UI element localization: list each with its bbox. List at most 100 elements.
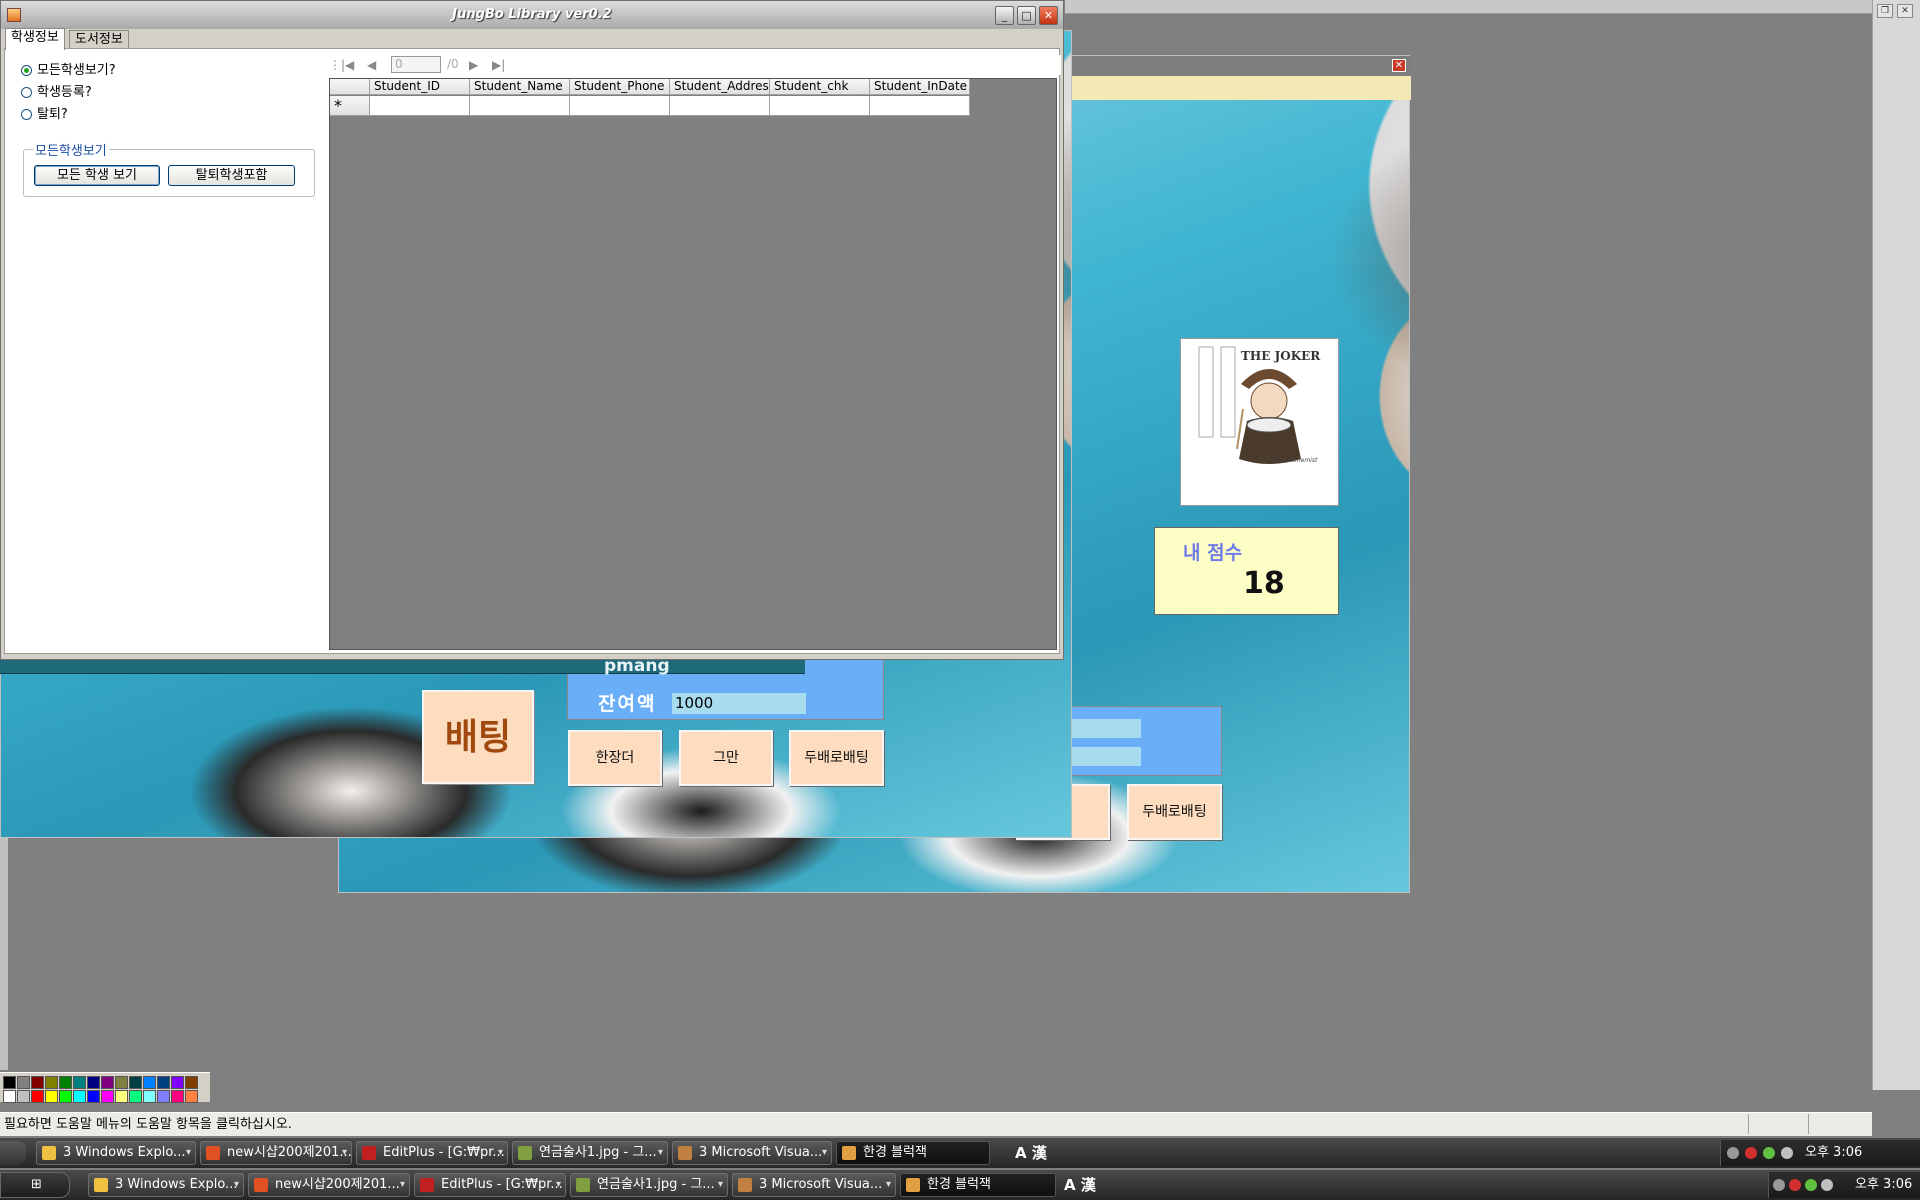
tray-app-icon[interactable] [1745, 1147, 1757, 1159]
grid-cell[interactable] [470, 96, 570, 116]
palette-color-swatch[interactable] [59, 1090, 72, 1103]
minimize-icon[interactable]: _ [995, 6, 1014, 25]
back-double-bet-button[interactable]: 두배로배팅 [1127, 784, 1222, 840]
tab-book-info[interactable]: 도서정보 [69, 30, 129, 49]
maximize-icon[interactable]: □ [1017, 6, 1036, 25]
palette-color-swatch[interactable] [3, 1090, 16, 1103]
clock[interactable]: 오후 3:06 [1855, 1172, 1912, 1198]
group-arrow-icon[interactable]: ▾ [822, 1142, 827, 1164]
palette-color-swatch[interactable] [73, 1090, 86, 1103]
palette-color-swatch[interactable] [185, 1090, 198, 1103]
ime-indicator[interactable]: A 漢 [1064, 1170, 1096, 1200]
taskbar-button[interactable]: 3 Windows Explo... ▾ [36, 1141, 196, 1165]
tray-network-icon[interactable] [1821, 1179, 1833, 1191]
radio-withdraw[interactable]: 탈퇴? [19, 106, 68, 124]
show-all-students-button[interactable]: 모든 학생 보기 [34, 165, 160, 186]
tray-app-icon[interactable] [1805, 1179, 1817, 1191]
clock[interactable]: 오후 3:06 [1805, 1140, 1862, 1166]
palette-color-swatch[interactable] [115, 1090, 128, 1103]
taskbar-button[interactable]: 3 Windows Explo... ▾ [88, 1173, 244, 1197]
start-button[interactable]: ⊞ [0, 1172, 70, 1198]
include-withdrawn-button[interactable]: 탈퇴학생포함 [168, 165, 295, 186]
palette-color-swatch[interactable] [129, 1076, 142, 1089]
tray-arrow-icon[interactable] [1727, 1147, 1739, 1159]
column-header[interactable]: Student_Phone [570, 79, 670, 95]
stand-button[interactable]: 그만 [679, 730, 773, 786]
tray-network-icon[interactable] [1781, 1147, 1793, 1159]
tray-arrow-icon[interactable] [1773, 1179, 1785, 1191]
radio-button[interactable] [21, 65, 32, 76]
move-next-icon[interactable]: ▶ [469, 58, 478, 72]
taskbar-button[interactable]: 연금술사1.jpg - 그... ▾ [512, 1141, 668, 1165]
tab-student-info[interactable]: 학생정보 [5, 28, 65, 50]
palette-color-swatch[interactable] [143, 1090, 156, 1103]
palette-color-swatch[interactable] [45, 1076, 58, 1089]
taskbar-button[interactable]: EditPlus - [G:₩pr... ▾ [414, 1173, 566, 1197]
taskbar-button[interactable]: EditPlus - [G:₩pr... ▾ [356, 1141, 508, 1165]
tray-app-icon[interactable] [1763, 1147, 1775, 1159]
group-arrow-icon[interactable]: ▾ [342, 1142, 347, 1164]
palette-color-swatch[interactable] [3, 1076, 16, 1089]
grid-cell[interactable] [670, 96, 770, 116]
ime-indicator[interactable]: A 漢 [1015, 1138, 1047, 1168]
radio-all-students[interactable]: 모든학생보기? [19, 62, 116, 80]
radio-button[interactable] [21, 109, 32, 120]
bet-button[interactable]: 배팅 [422, 690, 534, 784]
close-icon[interactable]: ✕ [1039, 6, 1058, 25]
taskbar-button[interactable]: 한경 블럭잭 [836, 1141, 990, 1165]
column-header[interactable]: Student_InDate [870, 79, 970, 95]
palette-color-swatch[interactable] [59, 1076, 72, 1089]
palette-color-swatch[interactable] [101, 1076, 114, 1089]
palette-color-swatch[interactable] [17, 1076, 30, 1089]
palette-color-swatch[interactable] [87, 1090, 100, 1103]
move-last-icon[interactable]: ▶| [492, 58, 505, 72]
palette-color-swatch[interactable] [31, 1090, 44, 1103]
close-icon[interactable]: ✕ [1392, 59, 1406, 72]
taskbar-button[interactable]: 3 Microsoft Visua... ▾ [732, 1173, 896, 1197]
move-previous-icon[interactable]: ◀ [367, 58, 376, 72]
grid-cell[interactable] [370, 96, 470, 116]
group-arrow-icon[interactable]: ▾ [234, 1174, 239, 1196]
taskbar-button[interactable]: 연금술사1.jpg - 그... ▾ [570, 1173, 728, 1197]
group-arrow-icon[interactable]: ▾ [718, 1174, 723, 1196]
position-input[interactable]: 0 [391, 56, 441, 73]
start-button-partial[interactable] [0, 1141, 26, 1165]
group-arrow-icon[interactable]: ▾ [886, 1174, 891, 1196]
palette-color-swatch[interactable] [157, 1076, 170, 1089]
group-arrow-icon[interactable]: ▾ [498, 1142, 503, 1164]
column-header[interactable]: Student_Name [470, 79, 570, 95]
palette-color-swatch[interactable] [185, 1076, 198, 1089]
hit-button[interactable]: 한장더 [568, 730, 662, 786]
tray-app-icon[interactable] [1789, 1179, 1801, 1191]
palette-color-swatch[interactable] [171, 1076, 184, 1089]
palette-color-swatch[interactable] [17, 1090, 30, 1103]
radio-button[interactable] [21, 87, 32, 98]
grid-cell[interactable] [870, 96, 970, 116]
column-header[interactable]: Student_chk [770, 79, 870, 95]
double-bet-button[interactable]: 두배로배팅 [789, 730, 884, 786]
taskbar-button[interactable]: 한경 블럭잭 [900, 1173, 1056, 1197]
paint-close-button[interactable]: ✕ [1897, 4, 1913, 18]
palette-color-swatch[interactable] [129, 1090, 142, 1103]
palette-color-swatch[interactable] [157, 1090, 170, 1103]
taskbar-button[interactable]: new시샵200제201... ▾ [248, 1173, 410, 1197]
column-header[interactable]: Student_Address [670, 79, 770, 95]
palette-color-swatch[interactable] [45, 1090, 58, 1103]
group-arrow-icon[interactable]: ▾ [186, 1142, 191, 1164]
grid-cell[interactable] [570, 96, 670, 116]
taskbar-button[interactable]: 3 Microsoft Visua... ▾ [672, 1141, 832, 1165]
group-arrow-icon[interactable]: ▾ [556, 1174, 561, 1196]
palette-color-swatch[interactable] [87, 1076, 100, 1089]
palette-color-swatch[interactable] [31, 1076, 44, 1089]
column-header[interactable]: Student_ID [370, 79, 470, 95]
palette-color-swatch[interactable] [143, 1076, 156, 1089]
palette-color-swatch[interactable] [171, 1090, 184, 1103]
group-arrow-icon[interactable]: ▾ [400, 1174, 405, 1196]
move-first-icon[interactable]: |◀ [341, 58, 354, 72]
group-arrow-icon[interactable]: ▾ [658, 1142, 663, 1164]
taskbar-button[interactable]: new시샵200제201... ▾ [200, 1141, 352, 1165]
radio-register-student[interactable]: 학생등록? [19, 84, 92, 102]
grid-cell[interactable] [770, 96, 870, 116]
palette-color-swatch[interactable] [73, 1076, 86, 1089]
paint-restore-button[interactable]: ❐ [1877, 4, 1893, 18]
